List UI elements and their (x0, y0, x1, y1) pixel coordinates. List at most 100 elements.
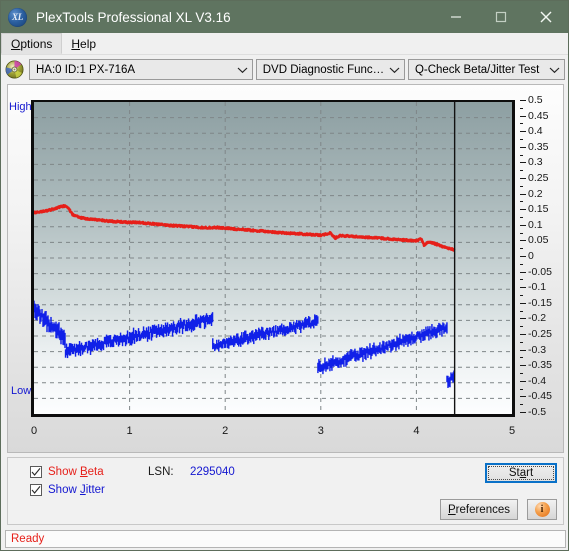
menu-bar: Options Help (1, 33, 568, 55)
y-tick-label: 0.3 (528, 156, 543, 169)
y-tick-mark (520, 146, 526, 148)
window-title: PlexTools Professional XL V3.16 (36, 9, 231, 25)
y-minor-tick-mark (520, 248, 523, 250)
function-select[interactable]: DVD Diagnostic Functions (255, 59, 405, 80)
y-tick-mark (520, 240, 526, 242)
show-beta-label-post: eta (87, 466, 104, 478)
y-tick-label: -0.4 (528, 374, 547, 387)
y-tick-mark (520, 412, 526, 413)
y-tick-mark (520, 396, 526, 398)
y-tick-label: 0.35 (528, 140, 549, 153)
y-minor-tick-mark (520, 310, 523, 312)
show-beta-label-accel: B (79, 466, 88, 478)
y-tick-mark (520, 334, 526, 335)
y-tick-label: -0.45 (528, 390, 552, 403)
show-jitter-label-pre: Show (48, 484, 80, 496)
y-tick-mark (520, 224, 526, 226)
y-tick-mark (520, 256, 526, 257)
y-tick-mark (520, 365, 526, 367)
menu-options-accel: O (11, 36, 21, 51)
y-tick-label: 0.4 (528, 125, 543, 138)
x-axis: 0 1 2 3 4 5 (31, 421, 521, 441)
start-label-post: rt (526, 467, 534, 479)
status-bar: Ready (5, 530, 566, 548)
optical-disc-icon (5, 60, 24, 79)
minimize-icon[interactable] (433, 1, 478, 33)
y-tick-mark (520, 115, 526, 117)
y-minor-tick-mark (520, 217, 523, 218)
y-tick-mark (520, 178, 526, 179)
y-tick-label: -0.15 (528, 296, 552, 309)
x-tick-label: 2 (222, 425, 229, 437)
controls-panel: Show Beta Show Jitter LSN: 2295040 Start… (7, 457, 564, 525)
show-beta-checkbox[interactable] (30, 466, 42, 478)
y-tick-mark (520, 271, 526, 273)
menu-item-options[interactable]: Options (1, 33, 63, 54)
menu-help-rest: elp (80, 36, 97, 51)
y-tick-mark (520, 209, 526, 211)
y-minor-tick-mark (520, 154, 523, 156)
app-icon-text: XL (12, 11, 23, 22)
y-tick-label: 0.15 (528, 203, 549, 216)
y-tick-label: -0.3 (528, 343, 547, 356)
axis-label-low: Low (11, 385, 32, 397)
y-minor-tick-mark (520, 263, 523, 265)
menu-options-rest: ptions (20, 36, 53, 51)
x-tick-label: 4 (413, 425, 420, 437)
show-beta-checkbox-row[interactable]: Show Beta (30, 466, 104, 478)
toolbar: HA:0 ID:1 PX-716A DVD Diagnostic Functio… (1, 55, 568, 81)
y-minor-tick-mark (520, 388, 523, 390)
x-tick-label: 0 (30, 425, 38, 437)
y-tick-label: 0 (528, 250, 534, 262)
y-tick-mark (520, 302, 526, 304)
start-button[interactable]: Start (485, 463, 557, 483)
show-jitter-checkbox-row[interactable]: Show Jitter (30, 484, 105, 496)
y-tick-mark (520, 162, 526, 164)
y-minor-tick-mark (520, 279, 523, 281)
chevron-down-icon (386, 66, 404, 74)
chevron-down-icon (234, 66, 252, 74)
info-button[interactable]: i (527, 499, 557, 520)
y-minor-tick-mark (520, 404, 523, 406)
plot-area (31, 100, 515, 417)
plot-area-wrapper (31, 100, 515, 417)
y-minor-tick-mark (520, 341, 523, 343)
test-select-value: Q-Check Beta/Jitter Test (414, 63, 540, 76)
y-tick-label: 0.45 (528, 109, 549, 122)
show-beta-label: Show Beta (48, 466, 104, 478)
y-minor-tick-mark (520, 139, 523, 140)
application-window: XL PlexTools Professional XL V3.16 Optio… (0, 0, 569, 551)
y-minor-tick-mark (520, 107, 523, 109)
test-select[interactable]: Q-Check Beta/Jitter Test (407, 59, 565, 80)
window-buttons (433, 1, 568, 33)
y-tick-label: 0.1 (528, 218, 543, 231)
y-tick-mark (520, 380, 526, 382)
y-tick-mark (520, 349, 526, 351)
y-tick-label: -0.25 (528, 328, 552, 340)
start-label-pre: St (508, 467, 520, 479)
y-minor-tick-mark (520, 373, 523, 374)
checkmark-icon (31, 468, 41, 476)
maximize-icon[interactable] (478, 1, 523, 33)
drive-select-value: HA:0 ID:1 PX-716A (36, 63, 136, 76)
menu-item-help[interactable]: Help (62, 33, 105, 54)
y-minor-tick-mark (520, 185, 523, 187)
y-tick-mark (520, 318, 526, 320)
status-text: Ready (11, 533, 45, 545)
y-minor-tick-mark (520, 123, 523, 125)
show-jitter-checkbox[interactable] (30, 484, 42, 496)
y-tick-label: 0.05 (528, 234, 549, 247)
xl-disc-icon: XL (8, 7, 27, 27)
prefs-label-accel: P (447, 503, 456, 516)
close-icon[interactable] (523, 1, 568, 33)
lsn-label: LSN: (148, 466, 174, 478)
menu-help-accel: H (71, 36, 81, 51)
y-minor-tick-mark (520, 170, 523, 172)
y-axis: 0.5 0.45 0.4 0.35 0.3 0.25 0.2 0.15 0.1 0.05 0 -0.0… (520, 94, 564, 425)
y-tick-label: -0.05 (528, 265, 552, 278)
drive-select[interactable]: HA:0 ID:1 PX-716A (29, 59, 253, 80)
y-tick-mark (520, 287, 526, 289)
preferences-button[interactable]: Preferences (440, 499, 518, 520)
y-tick-label: -0.35 (528, 359, 552, 372)
y-minor-tick-mark (520, 326, 523, 328)
